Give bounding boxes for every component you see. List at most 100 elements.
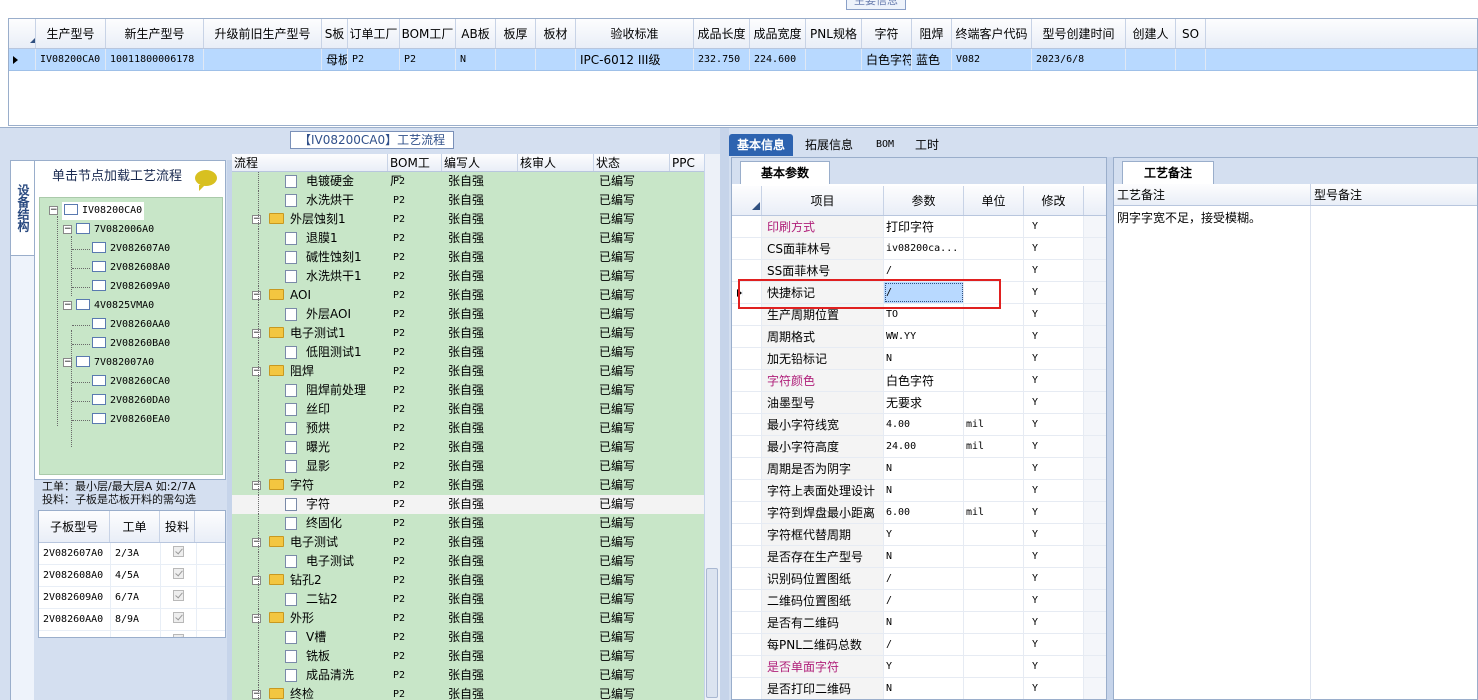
param-modify[interactable]: Y [1024, 436, 1084, 457]
tab-basic-params[interactable]: 基本参数 [740, 161, 830, 184]
param-modify[interactable]: Y [1024, 260, 1084, 281]
top-col-header[interactable]: 创建人 [1126, 19, 1176, 48]
param-value[interactable]: 无要求 [884, 392, 964, 413]
feed-checkbox[interactable] [173, 634, 184, 637]
param-row[interactable]: 识别码位置图纸 / Y [732, 568, 1106, 590]
col-status[interactable]: 状态 [594, 154, 670, 171]
comment-bubble-icon[interactable] [195, 170, 217, 191]
param-row[interactable]: 周期格式 WW.YY Y [732, 326, 1106, 348]
param-value[interactable]: 打印字符 [884, 216, 964, 237]
col-bom-factory[interactable]: BOM工厂 [388, 154, 442, 188]
feed-checkbox[interactable] [173, 546, 184, 557]
tab-work-hours[interactable]: 工时 [907, 134, 947, 156]
col-feed[interactable]: 投料 [160, 511, 196, 542]
flow-row[interactable]: − AOI P2 张自强 已编写 [232, 286, 720, 305]
flow-row[interactable]: V槽 P2 张自强 已编写 [232, 628, 720, 647]
param-modify[interactable]: Y [1024, 348, 1084, 369]
flow-row[interactable]: − 外形 P2 张自强 已编写 [232, 609, 720, 628]
top-col-header[interactable]: PNL规格 [806, 19, 862, 48]
grid-corner[interactable] [9, 19, 36, 48]
col-work-order[interactable]: 工单 [110, 511, 160, 542]
param-value[interactable]: 6.00 [884, 502, 964, 523]
param-row[interactable]: 最小字符高度 24.00 mil Y [732, 436, 1106, 458]
tree-node[interactable]: 2V08260CA0 [92, 373, 170, 391]
param-modify[interactable]: Y [1024, 216, 1084, 237]
param-modify[interactable]: Y [1024, 480, 1084, 501]
param-value[interactable]: / [884, 634, 964, 655]
param-row[interactable]: 印刷方式 打印字符 Y [732, 216, 1106, 238]
splitter[interactable] [720, 128, 729, 700]
collapse-toggle-icon[interactable]: − [252, 538, 261, 547]
tree-node[interactable]: 2V08260EA0 [92, 411, 170, 429]
param-modify[interactable]: Y [1024, 612, 1084, 633]
subboard-row[interactable]: 2V082609A0 6/7A [39, 587, 225, 609]
flow-row[interactable]: 水洗烘干1 P2 张自强 已编写 [232, 267, 720, 286]
top-col-header[interactable]: 生产型号 [36, 19, 106, 48]
tree-node[interactable]: 2V08260DA0 [92, 392, 170, 410]
param-value[interactable]: Y [884, 524, 964, 545]
collapse-toggle-icon[interactable]: − [252, 367, 261, 376]
flow-scroll-thumb[interactable] [706, 568, 718, 698]
tab-process-notes[interactable]: 工艺备注 [1122, 161, 1214, 184]
flow-row[interactable]: 终固化 P2 张自强 已编写 [232, 514, 720, 533]
param-modify[interactable]: Y [1024, 238, 1084, 259]
top-col-header[interactable]: SO [1176, 19, 1206, 48]
flow-row[interactable]: 退膜1 P2 张自强 已编写 [232, 229, 720, 248]
tree-node[interactable]: 2V082608A0 [92, 259, 170, 277]
tab-bom[interactable]: BOM [865, 134, 905, 156]
flow-row[interactable]: 阻焊前处理 P2 张自强 已编写 [232, 381, 720, 400]
main-info-row[interactable]: IV08200CA0 10011800006178 母板 P2 P2 N IPC-6012 … [9, 49, 1477, 71]
flow-row[interactable]: 字符 P2 张自强 已编写 [232, 495, 720, 514]
param-value[interactable]: N [884, 480, 964, 501]
top-col-header[interactable]: 成品宽度 [750, 19, 806, 48]
param-row[interactable]: 周期是否为阴字 N Y [732, 458, 1106, 480]
param-modify[interactable]: Y [1024, 634, 1084, 655]
param-value[interactable]: 24.00 [884, 436, 964, 457]
subboard-row[interactable]: 2V082608A0 4/5A [39, 565, 225, 587]
collapse-toggle-icon[interactable]: − [252, 329, 261, 338]
tab-basic-info[interactable]: 基本信息 [729, 134, 793, 156]
col-reviewer[interactable]: 核审人 [518, 154, 594, 171]
flow-row[interactable]: 铣板 P2 张自强 已编写 [232, 647, 720, 666]
param-value[interactable]: N [884, 546, 964, 567]
flow-row[interactable]: 碱性蚀刻1 P2 张自强 已编写 [232, 248, 720, 267]
tree-node[interactable]: 7V082007A0 [76, 354, 154, 372]
param-value[interactable]: WW.YY [884, 326, 964, 347]
subboard-row[interactable]: 2V08260AA0 8/9A [39, 609, 225, 631]
col-writer[interactable]: 编写人 [442, 154, 518, 171]
param-modify[interactable]: Y [1024, 524, 1084, 545]
flow-row[interactable]: 外层AOI P2 张自强 已编写 [232, 305, 720, 324]
flow-row[interactable]: − 终检 P2 张自强 已编写 [232, 685, 720, 700]
process-note-field[interactable]: 阴字字宽不足，接受模糊。 [1114, 206, 1311, 700]
expand-toggle-icon[interactable]: − [63, 301, 72, 310]
param-modify[interactable]: Y [1024, 458, 1084, 479]
param-row[interactable]: 最小字符线宽 4.00 mil Y [732, 414, 1106, 436]
param-modify[interactable]: Y [1024, 370, 1084, 391]
col-modify[interactable]: 修改 [1024, 186, 1084, 215]
param-value[interactable]: N [884, 612, 964, 633]
param-row[interactable]: CS面菲林号 iv08200ca... Y [732, 238, 1106, 260]
tree-node[interactable]: 2V082609A0 [92, 278, 170, 296]
param-value[interactable]: N [884, 678, 964, 699]
top-col-header[interactable]: S板 [322, 19, 348, 48]
params-corner[interactable] [732, 186, 762, 215]
flow-row[interactable]: − 电子测试 P2 张自强 已编写 [232, 533, 720, 552]
top-col-header[interactable]: 板材 [536, 19, 576, 48]
param-modify[interactable]: Y [1024, 502, 1084, 523]
param-modify[interactable]: Y [1024, 414, 1084, 435]
tree-node[interactable]: IV08200CA0 [62, 202, 145, 220]
top-col-header[interactable]: AB板 [456, 19, 496, 48]
flow-row[interactable]: − 外层蚀刻1 P2 张自强 已编写 [232, 210, 720, 229]
param-value[interactable]: / [884, 568, 964, 589]
flow-row[interactable]: 低阻测试1 P2 张自强 已编写 [232, 343, 720, 362]
param-modify[interactable]: Y [1024, 656, 1084, 677]
top-col-header[interactable]: 验收标准 [576, 19, 694, 48]
top-col-header[interactable]: 字符 [862, 19, 912, 48]
tree-node[interactable]: 7V082006A0 [76, 221, 154, 239]
param-row[interactable]: 字符颜色 白色字符 Y [732, 370, 1106, 392]
top-col-header[interactable]: 升级前旧生产型号 [204, 19, 322, 48]
param-modify[interactable]: Y [1024, 392, 1084, 413]
top-col-header[interactable]: 新生产型号 [106, 19, 204, 48]
tree-node[interactable]: 2V08260AA0 [92, 316, 170, 334]
param-value[interactable]: 4.00 [884, 414, 964, 435]
